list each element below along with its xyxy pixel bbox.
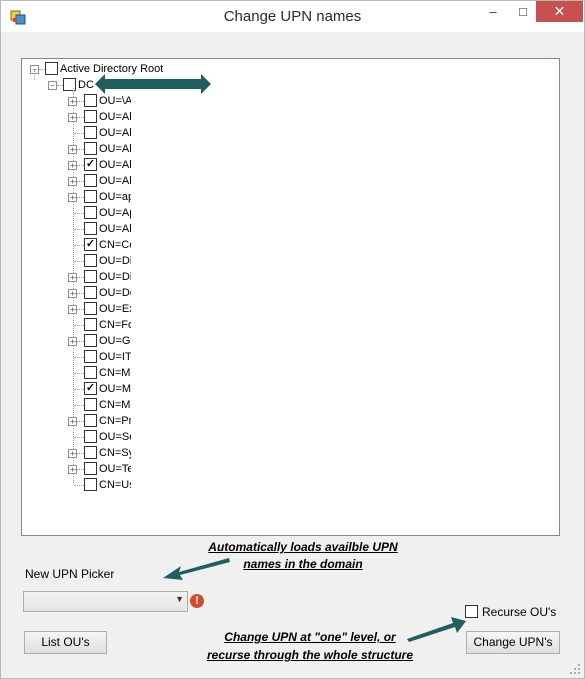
tree-node[interactable]: + OU=ap <box>68 189 131 205</box>
node-checkbox[interactable] <box>84 254 97 267</box>
node-label: OU=Di <box>99 255 131 267</box>
annotation-auto-load-line1: Automatically loads availble UPN <box>208 540 398 554</box>
ou-tree-view[interactable]: − Active Directory Root − DC + OU=\A + OU=A… <box>21 58 560 536</box>
tree-node[interactable]: ✓ OU=M <box>68 381 131 397</box>
tree-node[interactable]: +OU=Ex <box>68 301 131 317</box>
node-checkbox[interactable] <box>84 126 97 139</box>
node-label: CN=Us <box>99 479 131 491</box>
node-checkbox[interactable] <box>84 206 97 219</box>
resize-grip-icon[interactable] <box>569 663 581 675</box>
tree-node[interactable]: + OU=Al <box>68 141 131 157</box>
tree-node[interactable]: OU=Ap <box>68 205 131 221</box>
change-upns-button[interactable]: Change UPN's <box>466 631 560 654</box>
list-ous-button[interactable]: List OU's <box>24 631 107 654</box>
annotation-change-level-line2: recurse through the whole structure <box>206 648 414 662</box>
tree-node[interactable]: OU=Di <box>68 253 131 269</box>
node-checkbox[interactable] <box>84 174 97 187</box>
node-label: CN=Mi <box>99 399 131 411</box>
tree-node[interactable]: OU=Al <box>68 221 131 237</box>
node-label: CN=Pr <box>99 415 131 427</box>
tree-node[interactable]: CN=Us <box>68 477 131 493</box>
tree-node[interactable]: + OU=\A <box>68 93 131 109</box>
tree-node[interactable]: OU=IT <box>68 349 131 365</box>
tree-node[interactable]: CN=Ma <box>68 365 131 381</box>
node-label: OU=Al <box>99 175 131 187</box>
node-label: OU=Al <box>99 223 131 235</box>
node-checkbox[interactable] <box>84 270 97 283</box>
node-label: CN=Sy <box>99 447 131 459</box>
node-checkbox[interactable] <box>84 302 97 315</box>
node-checkbox[interactable]: ✓ <box>84 382 97 395</box>
close-button[interactable]: ✕ <box>536 1 583 22</box>
node-label: OU=Se <box>99 431 131 443</box>
node-label: OU=Al <box>99 143 131 155</box>
node-label: OU=Al <box>99 111 131 123</box>
node-checkbox[interactable] <box>84 446 97 459</box>
tree-node[interactable]: + CN=Pr <box>68 413 131 429</box>
node-checkbox[interactable]: ✓ <box>84 238 97 251</box>
collapse-icon[interactable]: − <box>48 81 57 90</box>
node-checkbox[interactable] <box>84 318 97 331</box>
maximize-button[interactable]: □ <box>509 1 537 22</box>
node-checkbox[interactable] <box>84 430 97 443</box>
tree-node[interactable]: + OU=Al <box>68 173 131 189</box>
node-label: OU=Do <box>99 287 131 299</box>
node-checkbox[interactable] <box>84 110 97 123</box>
node-label: CN=Ma <box>99 367 131 379</box>
node-checkbox[interactable] <box>84 414 97 427</box>
node-label: OU=ap <box>99 191 131 203</box>
node-label: OU=M <box>99 383 131 395</box>
recurse-label: Recurse OU's <box>482 605 557 619</box>
node-label: OU=Te <box>99 463 131 475</box>
annotation-change-level-line1: Change UPN at "one" level, or <box>224 630 396 644</box>
node-checkbox[interactable] <box>84 478 97 491</box>
node-checkbox[interactable] <box>84 286 97 299</box>
node-checkbox[interactable] <box>84 190 97 203</box>
new-upn-label: New UPN Picker <box>25 567 115 581</box>
tree-node[interactable]: OU=Se <box>68 429 131 445</box>
error-icon: ! <box>190 594 204 608</box>
node-checkbox[interactable] <box>84 398 97 411</box>
chevron-down-icon[interactable]: ▼ <box>175 594 184 604</box>
node-label: OU=Al <box>99 127 131 139</box>
tree-node[interactable]: +OU=Do <box>68 285 131 301</box>
node-label: OU=Ex <box>99 303 131 315</box>
node-checkbox[interactable] <box>84 366 97 379</box>
node-label: CN=Fo <box>99 319 131 331</box>
tree-node[interactable]: CN=Mi <box>68 397 131 413</box>
root-checkbox[interactable] <box>45 62 58 75</box>
node-checkbox[interactable]: ✓ <box>84 158 97 171</box>
double-arrow-icon <box>95 74 211 94</box>
node-checkbox[interactable] <box>84 334 97 347</box>
tree-node[interactable]: + OU=Te <box>68 461 131 477</box>
tree-node[interactable]: + OU=Gl <box>68 333 131 349</box>
minimize-button[interactable]: – <box>479 1 507 22</box>
node-checkbox[interactable] <box>84 94 97 107</box>
title-bar[interactable]: Change UPN names – □ ✕ <box>1 1 584 32</box>
tree-node[interactable]: + OU=Di <box>68 269 131 285</box>
upn-picker-combo[interactable]: ▼ <box>23 591 188 612</box>
tree-node[interactable]: CN=Fo <box>68 317 131 333</box>
main-window: Change UPN names – □ ✕ − Active Director… <box>0 0 585 679</box>
node-label: OU=IT <box>99 351 131 363</box>
node-checkbox[interactable] <box>84 142 97 155</box>
node-checkbox[interactable] <box>84 462 97 475</box>
tree-domain-label: DC <box>78 79 94 91</box>
tree-node[interactable]: + CN=Sy <box>68 445 131 461</box>
node-checkbox[interactable] <box>84 222 97 235</box>
tree-node[interactable]: + ✓ OU=Al <box>68 157 131 173</box>
node-label: OU=Ap <box>99 207 131 219</box>
node-label: OU=Di <box>99 271 131 283</box>
tree-node[interactable]: ✓CN=Co <box>68 237 131 253</box>
domain-checkbox[interactable] <box>63 78 76 91</box>
node-label: OU=Gl <box>99 335 131 347</box>
arrow-icon <box>163 558 230 580</box>
node-label: OU=\A <box>99 95 131 107</box>
node-checkbox[interactable] <box>84 350 97 363</box>
tree-node[interactable]: OU=Al <box>68 125 131 141</box>
node-label: CN=Co <box>99 239 131 251</box>
tree-node[interactable]: + OU=Al <box>68 109 131 125</box>
node-label: OU=Al <box>99 159 131 171</box>
